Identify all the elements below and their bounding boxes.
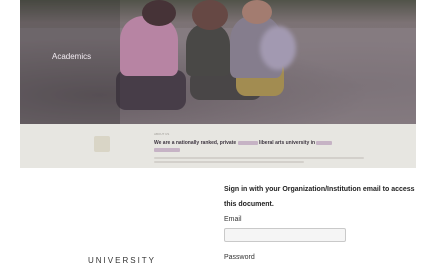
headline-mid: liberal arts university in <box>258 140 316 146</box>
signin-heading: Sign in with your Organization/Instituti… <box>224 186 415 208</box>
band-body <box>154 156 374 164</box>
email-label: Email <box>224 216 242 223</box>
university-seal-icon <box>94 136 110 152</box>
redacted-text <box>154 147 180 152</box>
email-field[interactable] <box>224 228 346 242</box>
hero-overlay-left <box>20 0 120 124</box>
redacted-text <box>154 157 364 160</box>
password-label: Password <box>224 254 255 261</box>
redacted-text <box>237 140 258 145</box>
band-headline: We are a nationally ranked, private libe… <box>154 140 374 154</box>
hero-label: Academics <box>52 52 92 61</box>
redacted-text <box>154 161 304 164</box>
headline-start: We are a nationally ranked, private <box>154 140 237 146</box>
about-band: ABOUT US We are a nationally ranked, pri… <box>20 124 416 168</box>
redacted-text <box>316 140 333 145</box>
band-eyebrow: ABOUT US <box>154 132 170 136</box>
hero-image: Academics <box>20 0 416 124</box>
